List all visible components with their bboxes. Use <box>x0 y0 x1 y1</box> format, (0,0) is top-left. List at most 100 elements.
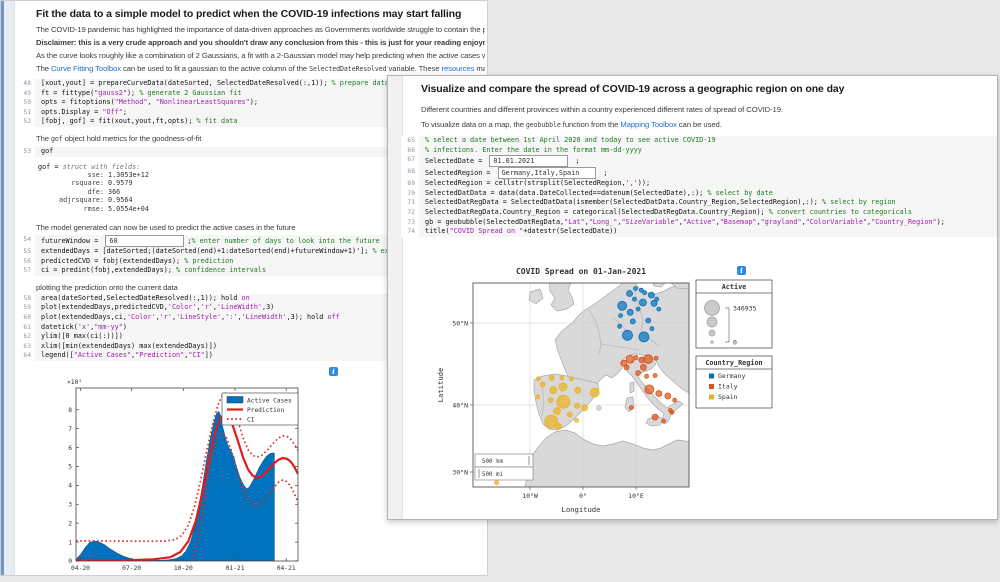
data-bubble <box>549 375 554 380</box>
text-segment: plot(extendedDays,ci, <box>41 313 127 321</box>
text-segment: geobubble <box>526 121 561 129</box>
data-bubble <box>670 410 674 414</box>
inline-edit-field[interactable]: Germany,Italy,Spain <box>498 167 597 179</box>
scalebar-km-label: 500 km <box>482 459 503 465</box>
line-number: 67 <box>401 155 419 167</box>
code-line[interactable]: SelectedRegion = Germany,Italy,Spain ; <box>419 167 997 179</box>
data-bubble <box>550 387 557 394</box>
data-bubble <box>575 387 581 393</box>
hyperlink[interactable]: Curve Fitting Toolbox <box>51 64 121 73</box>
lat-tick-label: 50°N <box>452 319 468 327</box>
intro-paragraph: Different countries and different provin… <box>421 105 995 114</box>
data-bubble <box>627 309 633 315</box>
text-segment: "Prediction" <box>135 351 184 359</box>
geobubble-map-output[interactable]: 10°W0°10°E30°N40°N50°NCOVID Spread on 01… <box>403 258 783 520</box>
text-segment: % select by region <box>822 198 896 206</box>
text-segment: % infections. Enter the date in the form… <box>425 146 642 154</box>
hyperlink[interactable]: resources <box>442 64 475 73</box>
text-segment: 'Color' <box>127 313 156 321</box>
text-segment: SelectedDate = <box>425 157 486 165</box>
text-segment: 'x' <box>78 323 90 331</box>
live-script-window-geobubble: Visualize and compare the spread of COVI… <box>387 75 998 520</box>
data-bubble <box>618 324 622 328</box>
text-segment: variable. These <box>387 64 442 73</box>
text-segment: predictedCVD = fobj(extendedDays); <box>41 257 184 265</box>
data-bubble <box>646 318 651 323</box>
data-bubble <box>557 395 570 408</box>
text-segment: % confidence intervals <box>176 266 266 274</box>
line-number: 65 <box>401 136 419 146</box>
text-segment: As the curve looks roughly like a combin… <box>36 51 485 60</box>
code-line[interactable]: SelectedDatData = data(data.DateCollecte… <box>419 189 997 199</box>
data-bubble <box>650 327 654 331</box>
prediction-plot-output[interactable]: 04-2007-2010-2001-2104-21012345678×10⁵Ac… <box>31 377 351 576</box>
text-segment: The COVID-19 pandemic has highlighted th… <box>36 25 485 34</box>
text-segment: 'r' <box>201 303 213 311</box>
data-bubble <box>575 403 580 408</box>
text-segment: ); <box>937 218 945 226</box>
inline-edit-field[interactable]: 60 <box>105 235 184 247</box>
toolbox-paragraph: The Curve Fitting Toolbox can be used to… <box>36 64 485 74</box>
line-number: 59 <box>17 303 35 313</box>
x-tick-label: 07-20 <box>122 565 141 572</box>
lon-tick-label: 10°W <box>522 492 538 500</box>
code-line[interactable]: title("COVID Spread on "+datestr(Selecte… <box>419 227 997 237</box>
gaussian-paragraph: As the curve looks roughly like a combin… <box>36 51 485 60</box>
data-bubble <box>632 297 636 301</box>
lon-tick-label: 10°E <box>628 492 644 500</box>
code-row: 68SelectedRegion = Germany,Italy,Spain ; <box>388 167 997 179</box>
code-line[interactable]: SelectedDatRegData = SelectedDatData(ism… <box>419 198 997 208</box>
disclaimer-paragraph: Disclaimer: this is a very crude approac… <box>36 38 485 47</box>
data-bubble <box>644 355 653 364</box>
data-bubble <box>662 419 666 423</box>
code-line[interactable]: SelectedRegion = cellstr(strsplit(Select… <box>419 179 997 189</box>
data-bubble <box>629 406 633 410</box>
text-segment: SelectedDatRegData = SelectedDatData(ism… <box>425 198 822 206</box>
text-segment: datetick( <box>41 323 78 331</box>
y-tick-label: 1 <box>68 539 72 546</box>
text-segment: "Method" <box>115 98 148 106</box>
code-line[interactable]: % select a date between 1st April 2020 a… <box>419 136 997 146</box>
text-segment: 'LineStyle' <box>176 313 221 321</box>
text-segment: xlim([min(extendedDays) max(extendedDays… <box>41 342 217 350</box>
text-segment: "CI" <box>188 351 204 359</box>
data-bubble <box>640 364 646 370</box>
text-segment: can be used. <box>677 120 722 129</box>
size-legend-min: 0 <box>733 339 737 347</box>
y-tick-label: 2 <box>68 520 72 527</box>
text-segment: SelectedDatData = data(data.DateCollecte… <box>425 189 707 197</box>
code-row: 70SelectedDatData = data(data.DateCollec… <box>388 189 997 199</box>
data-bubble <box>634 355 638 359</box>
text-segment: Disclaimer: this is a very crude approac… <box>36 38 485 47</box>
code-line[interactable]: SelectedDatRegData.Country_Region = cate… <box>419 208 997 218</box>
text-segment: off <box>327 313 339 321</box>
code-row: 74title("COVID Spread on "+datestr(Selec… <box>388 227 997 237</box>
text-segment: ; <box>599 169 607 177</box>
y-tick-label: 4 <box>68 483 72 490</box>
text-segment: can be used to fit a gaussian to the act… <box>121 64 309 73</box>
code-row: 65 % select a date between 1st April 2020… <box>388 136 997 146</box>
data-bubble <box>554 408 561 415</box>
code-line[interactable]: SelectedDate = 01.01.2021 ; <box>419 155 997 167</box>
size-legend-bubble <box>709 330 715 336</box>
text-segment: To visualize data on a map, the <box>421 120 526 129</box>
text-segment: "COVID Spread on " <box>450 227 524 235</box>
line-number: 56 <box>17 257 35 267</box>
line-number: 50 <box>17 98 35 108</box>
line-number: 62 <box>17 332 35 342</box>
line-number: 74 <box>401 227 419 237</box>
output-info-icon[interactable]: i <box>329 367 338 376</box>
text-segment: % select a date between 1st April 2020 a… <box>425 136 716 144</box>
size-legend-bubble <box>711 341 713 343</box>
text-segment: "Country_Region" <box>871 218 936 226</box>
hyperlink[interactable]: Mapping Toolbox <box>620 120 676 129</box>
code-line[interactable]: % infections. Enter the date in the form… <box>419 146 997 156</box>
text-segment: ; <box>571 157 579 165</box>
text-segment: % fit data <box>197 117 238 125</box>
scalebar-mi-label: 500 mi <box>482 472 503 478</box>
text-segment: on <box>242 294 250 302</box>
text-segment: +datestr(SelectedDate)) <box>523 227 617 235</box>
code-line[interactable]: gb = geobubble(SelectedDatRegData,"Lat",… <box>419 218 997 228</box>
inline-edit-field[interactable]: 01.01.2021 <box>489 155 568 167</box>
data-bubble <box>630 319 635 324</box>
